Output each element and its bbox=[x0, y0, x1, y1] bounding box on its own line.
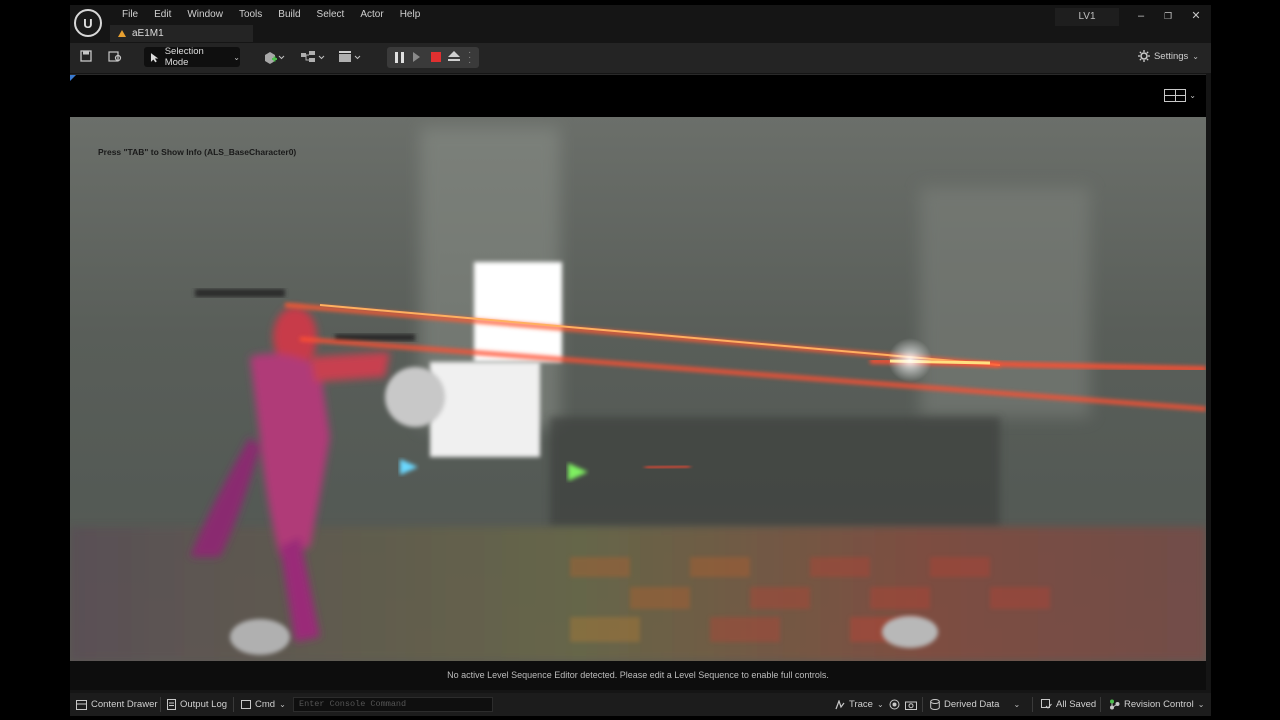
trace-dropdown[interactable]: Trace ⌄ bbox=[835, 697, 884, 712]
record-icon bbox=[889, 699, 900, 710]
settings-label: Settings bbox=[1153, 50, 1189, 62]
cmd-label: Cmd bbox=[255, 699, 276, 710]
derived-data-button[interactable]: Derived Data ⌄ bbox=[930, 697, 1020, 712]
status-bar: Content Drawer Output Log Cmd ⌄ Enter Co… bbox=[70, 693, 1211, 716]
revision-control-icon bbox=[1110, 699, 1120, 710]
chevron-down-icon: ⌄ bbox=[1189, 91, 1196, 100]
chevron-down-icon: ⌄ bbox=[279, 700, 286, 709]
output-log-label: Output Log bbox=[180, 699, 228, 710]
blueprint-icon[interactable] bbox=[300, 50, 326, 66]
all-saved-button[interactable]: All Saved bbox=[1041, 697, 1096, 712]
content-drawer-label: Content Drawer bbox=[91, 699, 158, 710]
stop-button[interactable] bbox=[431, 52, 441, 62]
divider bbox=[233, 697, 234, 712]
tab-info-hint: Press "TAB" to Show Info (ALS_BaseCharac… bbox=[98, 147, 297, 157]
camera-icon bbox=[905, 701, 917, 710]
menu-edit[interactable]: Edit bbox=[146, 7, 179, 23]
main-toolbar: Selection Mode ⌄ · · · Settings ⌄ bbox=[70, 43, 1211, 73]
menu-tools[interactable]: Tools bbox=[231, 7, 270, 23]
cmd-dropdown[interactable]: Cmd ⌄ bbox=[241, 697, 286, 712]
revision-control-label: Revision Control bbox=[1124, 699, 1194, 710]
chevron-down-icon: ⌄ bbox=[1197, 700, 1205, 709]
content-drawer-button[interactable]: Content Drawer bbox=[76, 697, 158, 712]
step-frame-button[interactable] bbox=[413, 52, 420, 62]
level-tab[interactable]: aE1M1 bbox=[110, 25, 253, 42]
restore-button[interactable]: ❐ bbox=[1158, 8, 1178, 24]
chevron-down-icon: ⌄ bbox=[233, 52, 240, 62]
screenshot-button[interactable] bbox=[905, 697, 917, 712]
main-menu: File Edit Window Tools Build Select Acto… bbox=[114, 7, 428, 23]
menu-build[interactable]: Build bbox=[270, 7, 308, 23]
chevron-down-icon: ⌄ bbox=[1013, 700, 1021, 709]
viewport-header: ⌄ bbox=[70, 74, 1206, 117]
unreal-logo-icon[interactable]: U bbox=[74, 9, 102, 37]
chevron-down-icon: ⌄ bbox=[1192, 51, 1199, 61]
save-status-icon bbox=[1041, 699, 1052, 709]
drawer-icon bbox=[76, 699, 87, 710]
revision-control-button[interactable]: Revision Control ⌄ bbox=[1109, 697, 1204, 712]
layout-grid-icon bbox=[1164, 89, 1187, 102]
log-icon bbox=[167, 699, 176, 710]
menu-window[interactable]: Window bbox=[179, 7, 231, 23]
divider bbox=[1100, 697, 1101, 712]
gear-icon bbox=[1137, 50, 1150, 62]
minimize-button[interactable]: – bbox=[1131, 8, 1151, 24]
add-actor-icon[interactable] bbox=[263, 50, 285, 66]
menu-select[interactable]: Select bbox=[309, 7, 353, 23]
game-viewport[interactable]: Press "TAB" to Show Info (ALS_BaseCharac… bbox=[70, 117, 1206, 661]
eject-button[interactable] bbox=[448, 51, 460, 63]
level-tab-label: aE1M1 bbox=[132, 28, 164, 39]
viewport-layout-button[interactable]: ⌄ bbox=[1164, 89, 1196, 102]
pause-button[interactable] bbox=[395, 52, 404, 63]
play-controls: · · · bbox=[387, 47, 479, 68]
derived-data-label: Derived Data bbox=[944, 699, 1000, 710]
sequence-status-strip: No active Level Sequence Editor detected… bbox=[70, 661, 1206, 690]
cursor-icon bbox=[150, 52, 159, 62]
menu-file[interactable]: File bbox=[114, 7, 146, 23]
divider bbox=[160, 697, 161, 712]
browse-icon[interactable] bbox=[108, 50, 122, 66]
selection-mode-label: Selection Mode bbox=[164, 46, 204, 68]
record-button[interactable] bbox=[889, 697, 900, 712]
project-name: LV1 bbox=[1055, 8, 1119, 26]
all-saved-label: All Saved bbox=[1056, 699, 1097, 710]
cinematics-icon[interactable] bbox=[338, 50, 362, 66]
viewport-corner-icon bbox=[70, 75, 76, 81]
trace-label: Trace bbox=[849, 699, 873, 710]
scene-render bbox=[70, 127, 1206, 661]
save-icon[interactable] bbox=[80, 50, 92, 66]
trace-icon bbox=[835, 699, 845, 709]
console-input[interactable]: Enter Console Command bbox=[293, 697, 493, 712]
editor-window: U File Edit Window Tools Build Select Ac… bbox=[70, 5, 1211, 716]
more-options-icon[interactable]: · · · bbox=[468, 48, 472, 68]
output-log-button[interactable]: Output Log bbox=[167, 697, 227, 712]
close-button[interactable]: ✕ bbox=[1186, 8, 1206, 24]
divider bbox=[922, 697, 923, 712]
title-bar: U File Edit Window Tools Build Select Ac… bbox=[70, 5, 1211, 43]
divider bbox=[1032, 697, 1033, 712]
warning-icon bbox=[118, 30, 126, 37]
selection-mode-dropdown[interactable]: Selection Mode ⌄ bbox=[144, 46, 240, 68]
chevron-down-icon: ⌄ bbox=[876, 700, 884, 709]
settings-button[interactable]: Settings ⌄ bbox=[1137, 50, 1199, 62]
terminal-icon bbox=[241, 700, 251, 709]
menu-actor[interactable]: Actor bbox=[352, 7, 391, 23]
menu-help[interactable]: Help bbox=[392, 7, 429, 23]
sequence-editor-message: No active Level Sequence Editor detected… bbox=[447, 670, 829, 680]
database-icon bbox=[930, 699, 940, 710]
